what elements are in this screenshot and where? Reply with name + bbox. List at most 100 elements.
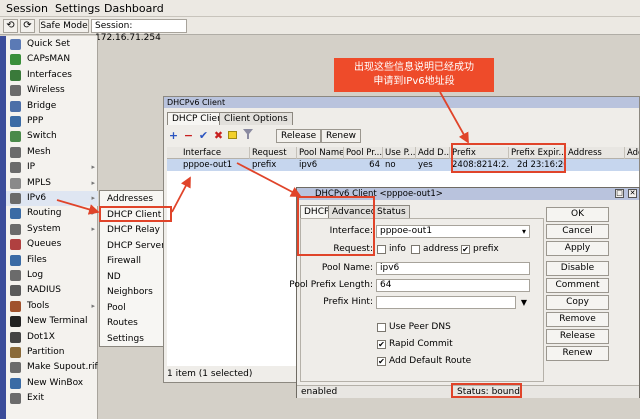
col-pool-name[interactable]: Pool Name: [297, 147, 344, 159]
menu-settings[interactable]: Settings: [55, 2, 100, 15]
col-add[interactable]: Add: [625, 147, 639, 159]
cell-request: prefix: [252, 160, 277, 170]
sidebar-item-new-winbox[interactable]: New WinBox: [6, 376, 98, 391]
sidebar: Quick Set CAPsMAN Interfaces Wireless Bridge…: [6, 36, 98, 419]
sidebar-item-ip[interactable]: IP ▸: [6, 160, 98, 175]
remove-button[interactable]: Remove: [546, 312, 609, 327]
menu-bar: Session Settings Dashboard: [0, 0, 640, 17]
sidebar-item-label: Interfaces: [27, 69, 72, 80]
sidebar-item-queues[interactable]: Queues: [6, 237, 98, 252]
prefix-hint-input[interactable]: [376, 296, 516, 309]
col-interface[interactable]: Interface: [181, 147, 250, 159]
sidebar-item-label: Mesh: [27, 146, 51, 157]
interface-select[interactable]: pppoe-out1: [376, 225, 530, 238]
sidebar-item-make-supout-rif[interactable]: Make Supout.rif: [6, 360, 98, 375]
redo-icon[interactable]: ⟳: [20, 19, 35, 33]
enable-icon[interactable]: ✔: [197, 129, 210, 143]
pool-prefix-length-input[interactable]: 64: [376, 279, 530, 292]
sidebar-item-wireless[interactable]: Wireless: [6, 83, 98, 98]
sidebar-item-ipv6[interactable]: IPv6 ▸: [6, 191, 98, 206]
add-icon[interactable]: +: [167, 129, 180, 143]
sidebar-item-label: IPv6: [27, 193, 47, 203]
sidebar-item-exit[interactable]: Exit: [6, 391, 98, 406]
request-address-label: address: [423, 244, 459, 254]
comment-icon[interactable]: [226, 129, 239, 143]
sidebar-item-label: New Terminal: [27, 316, 88, 327]
sidebar-item-capsman[interactable]: CAPsMAN: [6, 52, 98, 67]
terminal-icon: [10, 316, 21, 328]
renew-button[interactable]: Renew: [321, 129, 361, 143]
maximize-icon[interactable]: □: [615, 189, 624, 198]
release-dialog-button[interactable]: Release: [546, 329, 609, 344]
sidebar-item-bridge[interactable]: Bridge: [6, 99, 98, 114]
sidebar-item-label: Log: [27, 270, 44, 280]
col-request[interactable]: Request: [250, 147, 297, 159]
request-address-checkbox[interactable]: [411, 245, 420, 254]
queues-icon: [10, 239, 21, 251]
ok-button[interactable]: OK: [546, 207, 609, 222]
sidebar-item-partition[interactable]: Partition: [6, 345, 98, 360]
comment-button[interactable]: Comment: [546, 278, 609, 293]
sidebar-item-label: Exit: [27, 393, 45, 404]
bridge-icon: [10, 100, 21, 112]
tab-status[interactable]: Status: [373, 205, 410, 218]
request-prefix-label: prefix: [473, 244, 499, 254]
safe-mode-button[interactable]: Safe Mode: [39, 19, 89, 33]
chevron-right-icon: ▸: [91, 194, 95, 202]
prefix-hint-dropdown-icon[interactable]: ▼: [519, 297, 529, 308]
menu-dashboard[interactable]: Dashboard: [104, 2, 164, 15]
sidebar-item-mpls[interactable]: MPLS ▸: [6, 176, 98, 191]
pool-name-label: Pool Name:: [321, 263, 373, 273]
menu-session[interactable]: Session: [6, 2, 48, 15]
radius-icon: [10, 285, 21, 297]
sidebar-item-label: PPP: [27, 116, 44, 126]
filter-icon[interactable]: [241, 129, 254, 143]
col-address[interactable]: Address: [566, 147, 625, 159]
sidebar-item-files[interactable]: Files: [6, 253, 98, 268]
window-title: DHCPv6 Client: [164, 97, 639, 108]
request-prefix-checkbox[interactable]: ✔: [461, 245, 470, 254]
add-default-route-checkbox[interactable]: ✔: [377, 357, 386, 366]
disable-button[interactable]: Disable: [546, 261, 609, 276]
dropdown-icon[interactable]: ▾: [519, 226, 529, 237]
disable-icon[interactable]: ✖: [212, 129, 225, 143]
use-peer-dns-checkbox[interactable]: [377, 323, 386, 332]
col-use-peer[interactable]: Use P...: [383, 147, 416, 159]
tab-client-options[interactable]: Client Options: [219, 112, 293, 125]
sidebar-item-new-terminal[interactable]: New Terminal: [6, 314, 98, 329]
rapid-commit-checkbox[interactable]: ✔: [377, 340, 386, 349]
sidebar-item-label: New WinBox: [27, 377, 84, 388]
remove-icon[interactable]: −: [182, 129, 195, 143]
capsman-icon: [10, 54, 21, 66]
sidebar-item-tools[interactable]: Tools ▸: [6, 299, 98, 314]
sidebar-item-log[interactable]: Log: [6, 268, 98, 283]
sidebar-item-label: CAPsMAN: [27, 54, 71, 65]
sidebar-item-routing[interactable]: Routing ▸: [6, 206, 98, 221]
exit-icon: [10, 393, 21, 405]
sidebar-item-interfaces[interactable]: Interfaces: [6, 68, 98, 83]
apply-button[interactable]: Apply: [546, 241, 609, 256]
col-pool-prefix[interactable]: Pool Pr...: [344, 147, 383, 159]
cancel-button[interactable]: Cancel: [546, 224, 609, 239]
request-info-checkbox[interactable]: [377, 245, 386, 254]
release-button[interactable]: Release: [276, 129, 322, 143]
undo-icon[interactable]: ⟲: [3, 19, 18, 33]
close-icon[interactable]: ✕: [628, 189, 637, 198]
pool-name-input[interactable]: ipv6: [376, 262, 530, 275]
sidebar-item-label: Queues: [27, 239, 62, 250]
sidebar-item-quick-set[interactable]: Quick Set: [6, 37, 98, 52]
sidebar-item-switch[interactable]: Switch: [6, 129, 98, 144]
sidebar-item-dot1x[interactable]: Dot1X: [6, 330, 98, 345]
sidebar-item-system[interactable]: System ▸: [6, 222, 98, 237]
tools-icon: [10, 300, 21, 312]
copy-button[interactable]: Copy: [546, 295, 609, 310]
sidebar-item-ppp[interactable]: PPP: [6, 114, 98, 129]
sidebar-item-radius[interactable]: RADIUS: [6, 283, 98, 298]
session-value: 172.16.71.254: [95, 33, 161, 43]
sidebar-item-mesh[interactable]: Mesh: [6, 145, 98, 160]
renew-dialog-button[interactable]: Renew: [546, 346, 609, 361]
table-row[interactable]: pppoe-out1 prefix ipv6 64 no yes 2408:82…: [167, 159, 639, 171]
annotation-line-1: 出现这些信息说明已经成功: [354, 62, 474, 73]
wireless-icon: [10, 85, 21, 97]
col-add-default[interactable]: Add D...: [416, 147, 450, 159]
